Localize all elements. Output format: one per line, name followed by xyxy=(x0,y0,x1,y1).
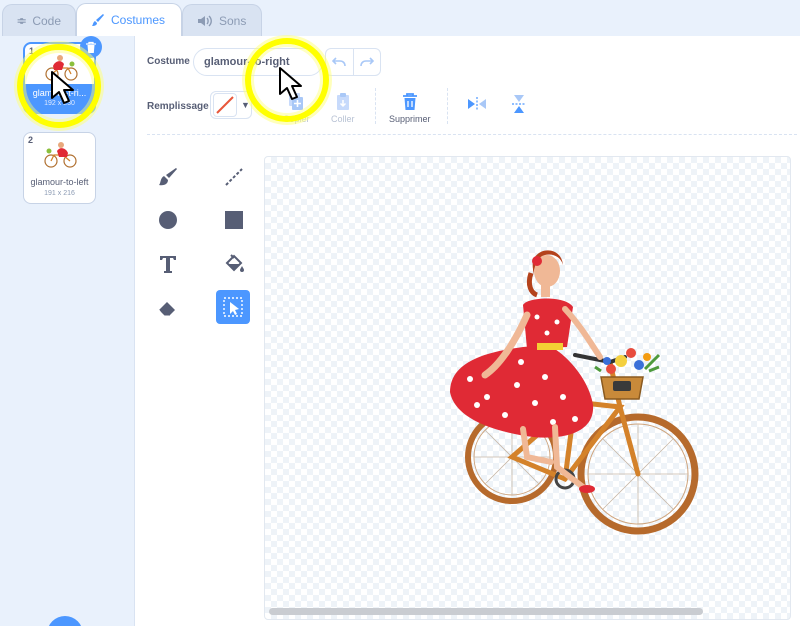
tab-sons[interactable]: Sons xyxy=(182,4,262,36)
toolbar-divider xyxy=(375,88,376,124)
brush-icon xyxy=(159,168,177,186)
text-tool[interactable] xyxy=(151,247,185,281)
fill-color-swatch xyxy=(213,93,237,117)
select-tool[interactable] xyxy=(216,290,250,324)
costume-thumbnail xyxy=(45,55,78,81)
fill-color-picker[interactable]: ▼ xyxy=(210,91,252,119)
tab-code[interactable]: Code xyxy=(2,4,76,36)
delete-button[interactable]: Supprimer xyxy=(389,92,431,124)
flip-vertical-icon xyxy=(512,95,526,113)
costume-list: 1 glamour-t-ri... 192 x 230 2 glamour-to… xyxy=(0,36,122,626)
fill-tool[interactable] xyxy=(217,247,251,281)
select-arrow-icon xyxy=(223,297,243,317)
paste-icon xyxy=(336,93,349,110)
text-icon xyxy=(160,256,176,273)
redo-button[interactable] xyxy=(352,49,380,75)
copy-button[interactable]: Copier xyxy=(283,92,310,124)
drawing-canvas[interactable] xyxy=(264,156,791,620)
toolbar-separator xyxy=(147,134,797,135)
costume-name: glamour-t-ri... xyxy=(32,88,87,98)
circle-icon xyxy=(159,211,177,229)
line-tool[interactable] xyxy=(217,160,251,194)
copy-icon xyxy=(289,93,304,110)
paint-editor: Costume glamour-to-right Remplissage ▼ C… xyxy=(134,36,800,626)
tab-costumes[interactable]: Costumes xyxy=(76,3,182,36)
circle-tool[interactable] xyxy=(151,203,185,237)
costume-number: 2 xyxy=(28,135,34,145)
toolbar-divider xyxy=(447,88,448,124)
undo-redo-group xyxy=(325,48,381,76)
code-icon xyxy=(17,17,26,24)
undo-button[interactable] xyxy=(326,49,353,75)
line-icon xyxy=(225,168,243,186)
glamour-cyclist-artwork xyxy=(450,250,699,535)
undo-icon xyxy=(332,57,347,67)
costume-label: Costume xyxy=(147,56,190,67)
trash-icon xyxy=(402,93,417,110)
costume-number: 1 xyxy=(29,46,35,56)
brush-tool[interactable] xyxy=(151,160,185,194)
delete-costume-button[interactable] xyxy=(80,36,102,58)
rectangle-tool[interactable] xyxy=(217,203,251,237)
costume-size: 192 x 230 xyxy=(44,100,75,107)
eraser-icon xyxy=(158,302,175,317)
add-costume-button[interactable] xyxy=(47,616,83,626)
rectangle-icon xyxy=(225,211,243,229)
costume-thumbnail xyxy=(44,142,77,168)
flip-horizontal-icon xyxy=(468,97,486,111)
trash-icon xyxy=(86,41,96,53)
horizontal-scrollbar[interactable] xyxy=(269,608,703,615)
flip-horizontal-button[interactable] xyxy=(467,96,487,112)
fill-label: Remplissage xyxy=(147,101,209,112)
paste-button[interactable]: Coller xyxy=(331,92,355,124)
costume-size: 191 x 216 xyxy=(44,190,75,197)
tab-bar: Code Costumes Sons xyxy=(0,0,800,36)
brush-icon xyxy=(92,14,104,26)
redo-icon xyxy=(360,57,374,67)
flip-vertical-button[interactable] xyxy=(511,94,527,114)
speaker-icon xyxy=(198,15,212,26)
costume-name: glamour-to-left xyxy=(30,177,89,187)
costume-card-footer: glamour-t-ri... 192 x 230 xyxy=(25,84,94,112)
costume-card-1[interactable]: 1 glamour-t-ri... 192 x 230 xyxy=(23,36,102,114)
eraser-tool[interactable] xyxy=(151,291,185,325)
costume-name-input[interactable]: glamour-to-right xyxy=(193,48,323,76)
costume-card-2[interactable]: 2 glamour-to-left 191 x 216 xyxy=(23,132,96,204)
paint-bucket-icon xyxy=(225,254,244,272)
chevron-down-icon: ▼ xyxy=(241,100,250,110)
